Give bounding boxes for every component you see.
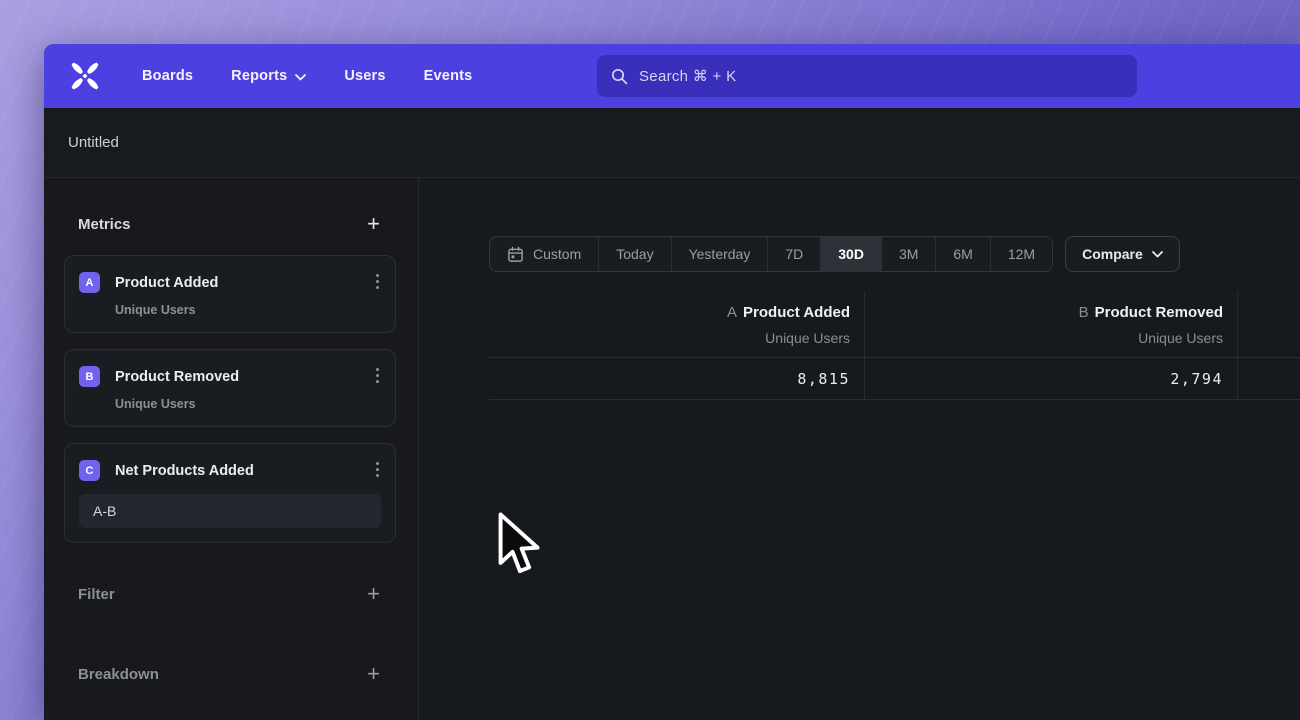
add-filter-button[interactable]: +	[367, 584, 380, 604]
column-header[interactable]: B Product Removed Unique Users	[865, 292, 1237, 358]
tab-6m[interactable]: 6M	[935, 237, 989, 271]
column-header[interactable]: A Product Added Unique Users	[489, 292, 864, 358]
filter-label: Filter	[78, 586, 115, 603]
search-placeholder: Search ⌘ + K	[639, 67, 736, 85]
table-column-b: B Product Removed Unique Users 2,794	[864, 292, 1237, 400]
kebab-menu-icon[interactable]	[376, 462, 379, 477]
document-title[interactable]: Untitled	[68, 134, 119, 151]
chevron-down-icon	[1152, 251, 1163, 258]
date-range-toolbar: Custom Today Yesterday 7D 30D 3M 6M 12M …	[489, 236, 1180, 272]
column-badge-letter: B	[1079, 304, 1089, 321]
metric-name[interactable]: Net Products Added	[115, 463, 254, 479]
column-subtitle: Unique Users	[489, 330, 850, 346]
report-main-panel: Custom Today Yesterday 7D 30D 3M 6M 12M …	[419, 178, 1300, 720]
kebab-menu-icon[interactable]	[376, 368, 379, 383]
compare-button[interactable]: Compare	[1065, 236, 1180, 272]
nav-item-events[interactable]: Events	[424, 68, 473, 84]
column-name: Product Added	[743, 304, 850, 321]
formula-input[interactable]: A-B	[79, 494, 381, 528]
metric-card-a[interactable]: A Product Added Unique Users	[64, 255, 396, 333]
table-column-a: A Product Added Unique Users 8,815	[489, 292, 864, 400]
search-icon	[611, 68, 628, 85]
metric-badge: A	[79, 272, 100, 293]
metrics-section-header: Metrics +	[78, 211, 380, 237]
tab-label: 6M	[953, 246, 972, 262]
chevron-down-icon	[295, 74, 306, 81]
tab-label: Custom	[533, 246, 581, 262]
nav-item-label: Users	[344, 68, 385, 84]
metric-value-b: 2,794	[865, 358, 1237, 400]
results-table: A Product Added Unique Users 8,815 B Produ…	[489, 292, 1300, 400]
nav-item-users[interactable]: Users	[344, 68, 385, 84]
metric-measurement[interactable]: Unique Users	[115, 397, 381, 411]
metric-badge: C	[79, 460, 100, 481]
metric-value-a: 8,815	[489, 358, 864, 400]
nav-item-boards[interactable]: Boards	[142, 68, 193, 84]
metric-name[interactable]: Product Removed	[115, 369, 239, 385]
add-breakdown-button[interactable]: +	[367, 664, 380, 684]
metric-card-c[interactable]: C Net Products Added A-B	[64, 443, 396, 543]
metric-badge: B	[79, 366, 100, 387]
date-range-segmented-control: Custom Today Yesterday 7D 30D 3M 6M 12M	[489, 236, 1053, 272]
metric-measurement[interactable]: Unique Users	[115, 303, 381, 317]
metric-name[interactable]: Product Added	[115, 275, 218, 291]
tab-label: 7D	[785, 246, 803, 262]
nav-item-label: Boards	[142, 68, 193, 84]
nav-item-reports[interactable]: Reports	[231, 68, 306, 84]
tab-label: 3M	[899, 246, 918, 262]
filter-section-header: Filter +	[78, 581, 380, 607]
tab-today[interactable]: Today	[598, 237, 670, 271]
nav-menu: Boards Reports Users Events	[142, 68, 472, 84]
tab-yesterday[interactable]: Yesterday	[671, 237, 768, 271]
calendar-icon	[507, 246, 524, 263]
table-column-partial	[1237, 292, 1300, 400]
breakdown-section-header: Breakdown +	[78, 661, 380, 687]
tab-7d[interactable]: 7D	[767, 237, 820, 271]
top-nav: Boards Reports Users Events Search ⌘ + K	[44, 44, 1300, 108]
app-window: Boards Reports Users Events Search ⌘ + K…	[44, 44, 1300, 720]
query-sidebar: Metrics + A Product Added Unique Users B…	[44, 178, 419, 720]
metrics-label: Metrics	[78, 216, 131, 233]
tab-3m[interactable]: 3M	[881, 237, 935, 271]
tab-12m[interactable]: 12M	[990, 237, 1052, 271]
column-subtitle: Unique Users	[865, 330, 1223, 346]
metric-card-b[interactable]: B Product Removed Unique Users	[64, 349, 396, 427]
nav-item-label: Reports	[231, 68, 287, 84]
tab-30d[interactable]: 30D	[820, 237, 881, 271]
search-input[interactable]: Search ⌘ + K	[597, 55, 1137, 97]
add-metric-button[interactable]: +	[367, 214, 380, 234]
column-name: Product Removed	[1095, 304, 1223, 321]
tab-label: 12M	[1008, 246, 1035, 262]
kebab-menu-icon[interactable]	[376, 274, 379, 289]
compare-label: Compare	[1082, 246, 1143, 262]
nav-item-label: Events	[424, 68, 473, 84]
tab-label: Yesterday	[689, 246, 751, 262]
tab-label: Today	[616, 246, 653, 262]
tab-label: 30D	[838, 246, 864, 262]
tab-custom[interactable]: Custom	[490, 237, 598, 271]
mixpanel-logo-icon[interactable]	[68, 59, 102, 93]
document-header: Untitled	[44, 108, 1300, 178]
column-badge-letter: A	[727, 304, 737, 321]
breakdown-label: Breakdown	[78, 666, 159, 683]
